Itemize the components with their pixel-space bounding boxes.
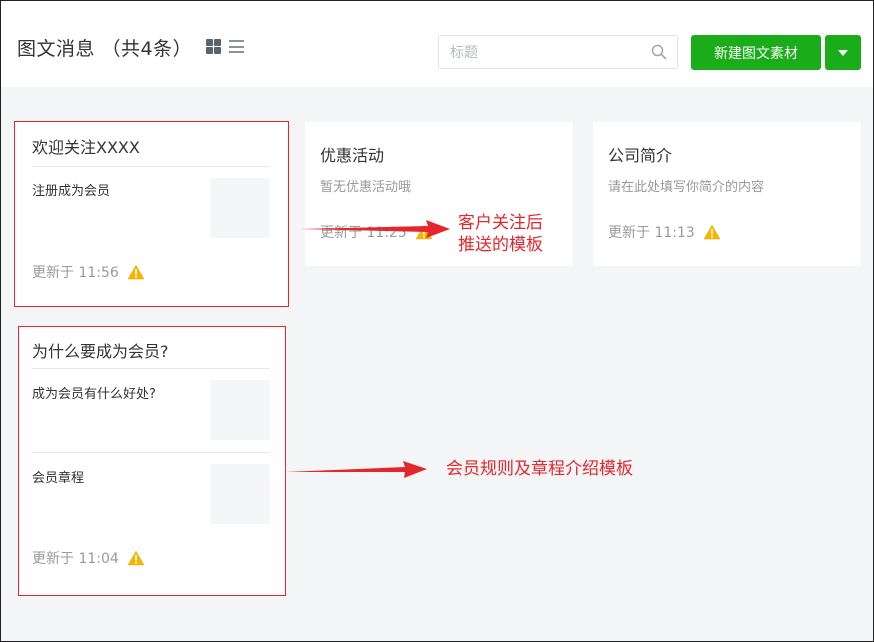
highlight-box-welcome xyxy=(14,121,289,307)
annotation-line: 推送的模板 xyxy=(458,235,543,255)
search-box xyxy=(438,35,678,70)
card-meta: 更新于 11:13 xyxy=(608,222,721,242)
annotation-follow-push: 客户关注后 推送的模板 xyxy=(458,212,543,256)
search-icon[interactable] xyxy=(651,44,667,60)
article-card-company[interactable]: 公司简介 请在此处填写你简介的内容 更新于 11:13 xyxy=(593,122,861,266)
search-input[interactable] xyxy=(448,36,647,70)
view-toggle xyxy=(206,39,244,54)
highlight-box-member xyxy=(18,326,286,596)
card-title: 公司简介 xyxy=(608,146,673,165)
annotation-arrow-member xyxy=(285,461,427,478)
new-article-button[interactable]: 新建图文素材 xyxy=(691,35,821,70)
updated-time: 更新于 11:13 xyxy=(608,225,695,241)
caret-down-icon xyxy=(838,49,848,56)
card-title: 优惠活动 xyxy=(320,146,385,165)
page-title: 图文消息 （共4条） xyxy=(17,38,193,60)
annotation-member-rules: 会员规则及章程介绍模板 xyxy=(446,459,633,479)
annotation-line: 客户关注后 xyxy=(458,213,543,233)
warning-icon[interactable] xyxy=(703,224,721,240)
card-description: 暂无优惠活动哦 xyxy=(320,180,412,195)
new-article-dropdown-button[interactable] xyxy=(825,35,861,70)
card-description: 请在此处填写你简介的内容 xyxy=(608,180,765,195)
list-view-icon[interactable] xyxy=(229,39,244,54)
annotation-arrow-welcome xyxy=(300,220,450,238)
grid-view-icon[interactable] xyxy=(206,39,221,54)
